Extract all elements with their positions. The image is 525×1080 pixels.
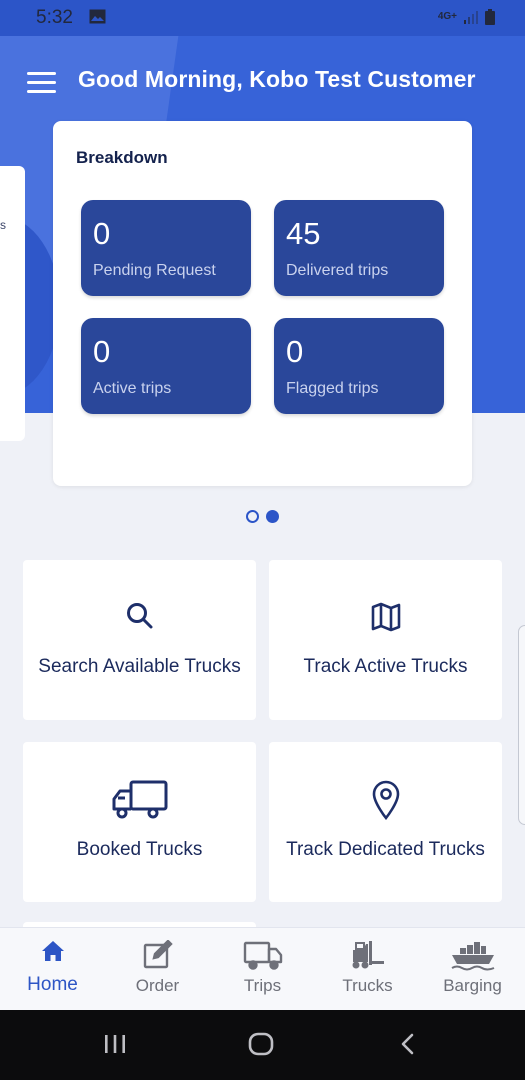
status-time: 5:32 [36, 7, 73, 28]
stat-flagged-trips[interactable]: 0 Flagged trips [274, 318, 444, 414]
track-dedicated-trucks-button[interactable]: Track Dedicated Trucks [269, 742, 502, 902]
recent-apps-icon[interactable] [103, 1032, 127, 1056]
nav-trucks[interactable]: Trucks [315, 928, 420, 1010]
home-icon [41, 941, 64, 961]
stat-delivered-trips[interactable]: 45 Delivered trips [274, 200, 444, 296]
stat-active-trips[interactable]: 0 Active trips [81, 318, 251, 414]
ship-icon [450, 942, 494, 971]
back-icon[interactable] [398, 1032, 418, 1056]
breakdown-title: Breakdown [76, 148, 168, 167]
truck-icon [243, 941, 282, 970]
location-pin-icon [372, 780, 399, 820]
tile-label: Search Available Trucks [38, 656, 241, 677]
stat-value: 0 [93, 216, 111, 251]
pager-dot-active[interactable] [266, 510, 279, 523]
image-icon [89, 9, 106, 24]
nav-order[interactable]: Order [105, 928, 210, 1010]
status-bar: 5:32 4G+ [0, 0, 525, 36]
map-icon [371, 602, 400, 632]
tile-label: Track Active Trucks [303, 656, 468, 677]
tile-label: Booked Trucks [76, 839, 203, 860]
edit-icon [143, 940, 173, 969]
system-navigation-bar [0, 1010, 525, 1080]
home-circle-icon[interactable] [248, 1032, 274, 1056]
stat-label: Flagged trips [286, 380, 379, 397]
nav-barging[interactable]: Barging [420, 928, 525, 1010]
stat-label: Delivered trips [286, 262, 389, 279]
status-right-icons: 4G+ [438, 9, 495, 25]
nav-label: Barging [443, 976, 502, 995]
greeting-title: Good Morning, Kobo Test Customer [78, 66, 476, 92]
carousel-prev-card-text: s [0, 218, 6, 232]
stat-value: 0 [286, 334, 304, 369]
hamburger-menu-icon[interactable] [27, 72, 56, 94]
nav-label: Trips [243, 976, 282, 995]
nav-label: Home [27, 974, 78, 995]
search-icon [126, 603, 152, 629]
carousel-pager [246, 510, 279, 523]
4g-data-icon: 4G+ [437, 11, 457, 22]
scroll-handle[interactable] [518, 625, 525, 825]
stat-pending-request[interactable]: 0 Pending Request [81, 200, 251, 296]
truck-icon [112, 780, 167, 819]
nav-label: Trucks [342, 976, 393, 995]
tile-label: Track Dedicated Trucks [286, 839, 485, 860]
stat-value: 45 [286, 216, 321, 251]
nav-label: Order [135, 976, 180, 995]
nav-home[interactable]: Home [0, 928, 105, 1010]
nav-trips[interactable]: Trips [210, 928, 315, 1010]
search-available-trucks-button[interactable]: Search Available Trucks [23, 560, 256, 720]
pager-dot[interactable] [246, 510, 259, 523]
battery-icon [485, 9, 495, 25]
track-active-trucks-button[interactable]: Track Active Trucks [269, 560, 502, 720]
breakdown-card: Breakdown 0 Pending Request 45 Delivered… [53, 121, 472, 486]
forklift-icon [352, 941, 384, 969]
carousel-prev-card[interactable] [0, 166, 25, 441]
signal-icon [464, 11, 478, 24]
bottom-nav: Home Order Trips Trucks Barging [0, 927, 525, 1010]
stat-value: 0 [93, 334, 111, 369]
stat-label: Active trips [93, 380, 172, 397]
booked-trucks-button[interactable]: Booked Trucks [23, 742, 256, 902]
stat-label: Pending Request [93, 262, 216, 279]
